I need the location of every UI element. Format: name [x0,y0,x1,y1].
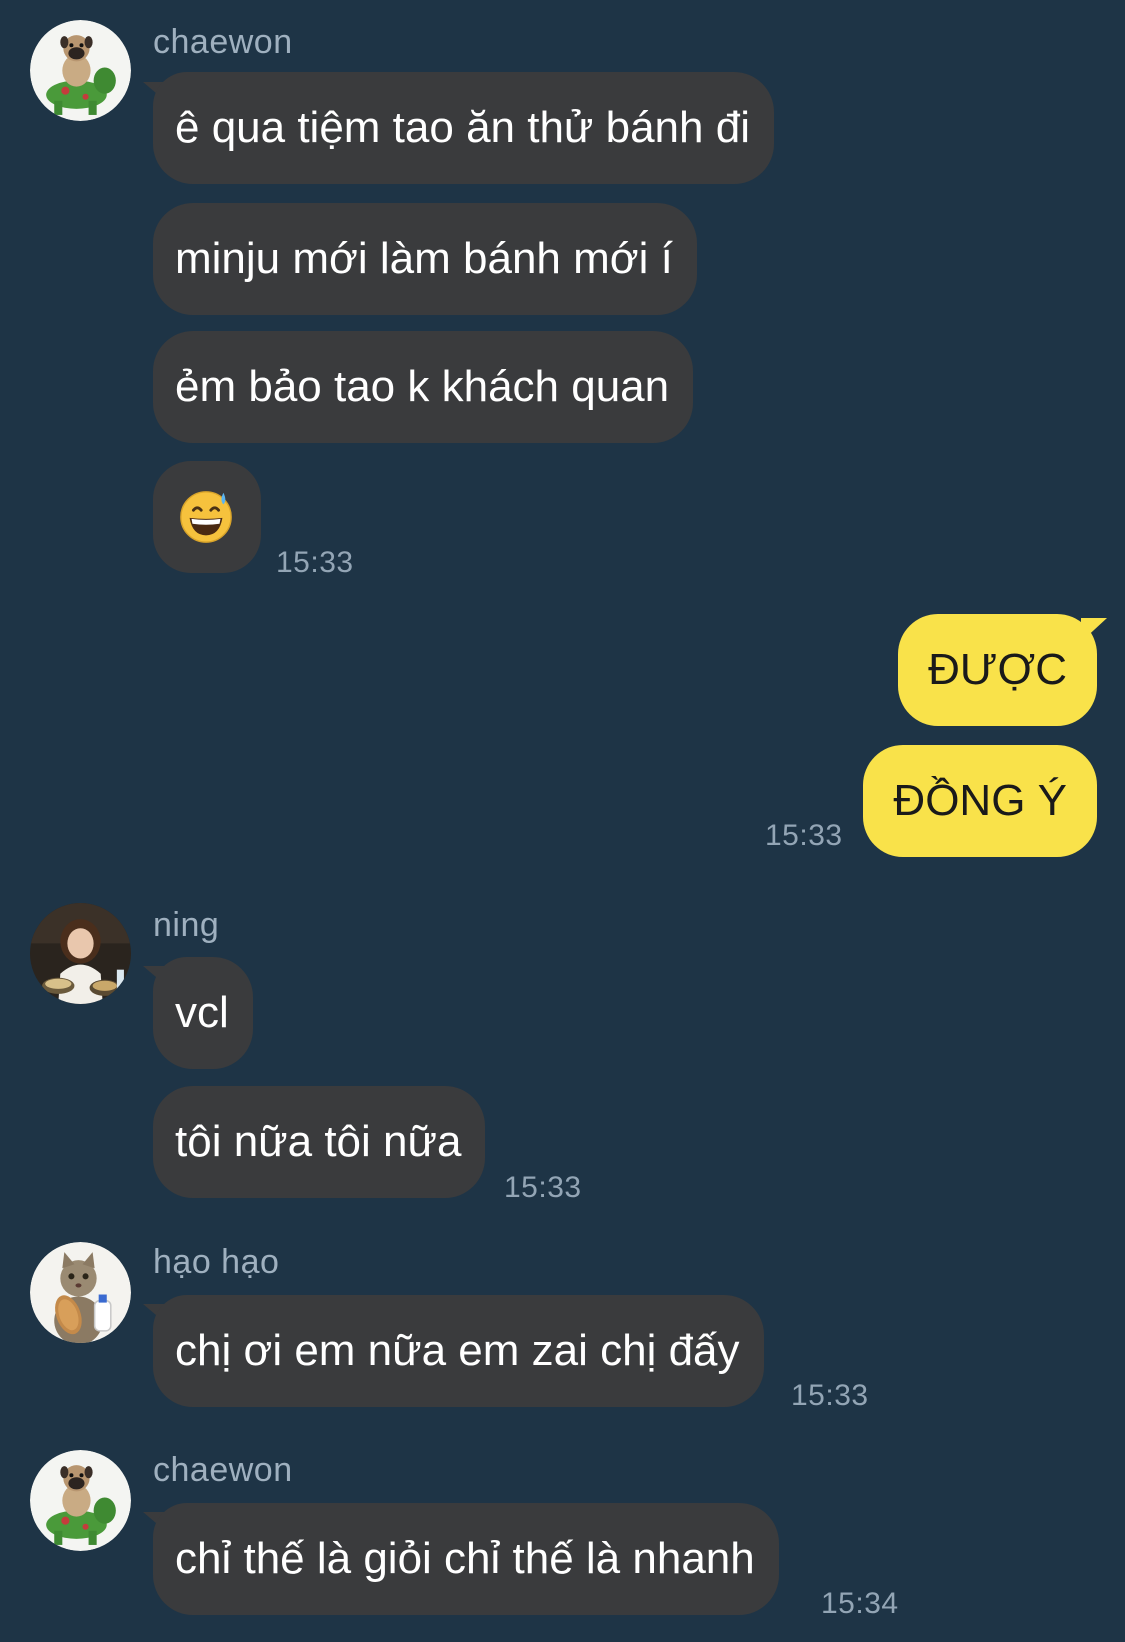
message-bubble-outgoing[interactable]: ĐỒNG Ý [863,745,1097,857]
message-bubble[interactable]: vcl [153,957,253,1069]
grinning-face-with-sweat-icon [180,491,232,543]
avatar-hao-hao[interactable] [30,1242,131,1343]
pug-riding-toy-horse-icon [30,20,131,121]
message-bubble-outgoing[interactable]: ĐƯỢC [898,614,1097,726]
message-bubble[interactable]: ẻm bảo tao k khách quan [153,331,694,443]
avatar-chaewon[interactable] [30,20,131,121]
message-timestamp: 15:33 [765,819,843,852]
message-timestamp: 15:34 [821,1587,899,1620]
message-bubble[interactable]: chỉ thế là giỏi chỉ thế là nhanh [153,1503,779,1615]
sender-name: ning [153,906,220,944]
cat-holding-bread-icon [30,1242,131,1343]
message-timestamp: 15:33 [504,1171,582,1204]
message-bubble[interactable]: minju mới làm bánh mới í [153,203,697,315]
pug-riding-toy-horse-icon [30,1450,131,1551]
girl-eating-noodles-icon [30,903,131,1004]
sender-name: chaewon [153,23,293,61]
avatar-chaewon[interactable] [30,1450,131,1551]
message-bubble[interactable]: chị ơi em nữa em zai chị đấy [153,1295,764,1407]
avatar-ning[interactable] [30,903,131,1004]
message-timestamp: 15:33 [791,1379,869,1412]
message-bubble[interactable]: ê qua tiệm tao ăn thử bánh đi [153,72,774,184]
message-bubble-emoji[interactable] [153,461,261,573]
message-bubble[interactable]: tôi nữa tôi nữa [153,1086,486,1198]
sender-name: hạo hạo [153,1243,280,1281]
message-timestamp: 15:33 [276,546,354,579]
sender-name: chaewon [153,1451,293,1489]
